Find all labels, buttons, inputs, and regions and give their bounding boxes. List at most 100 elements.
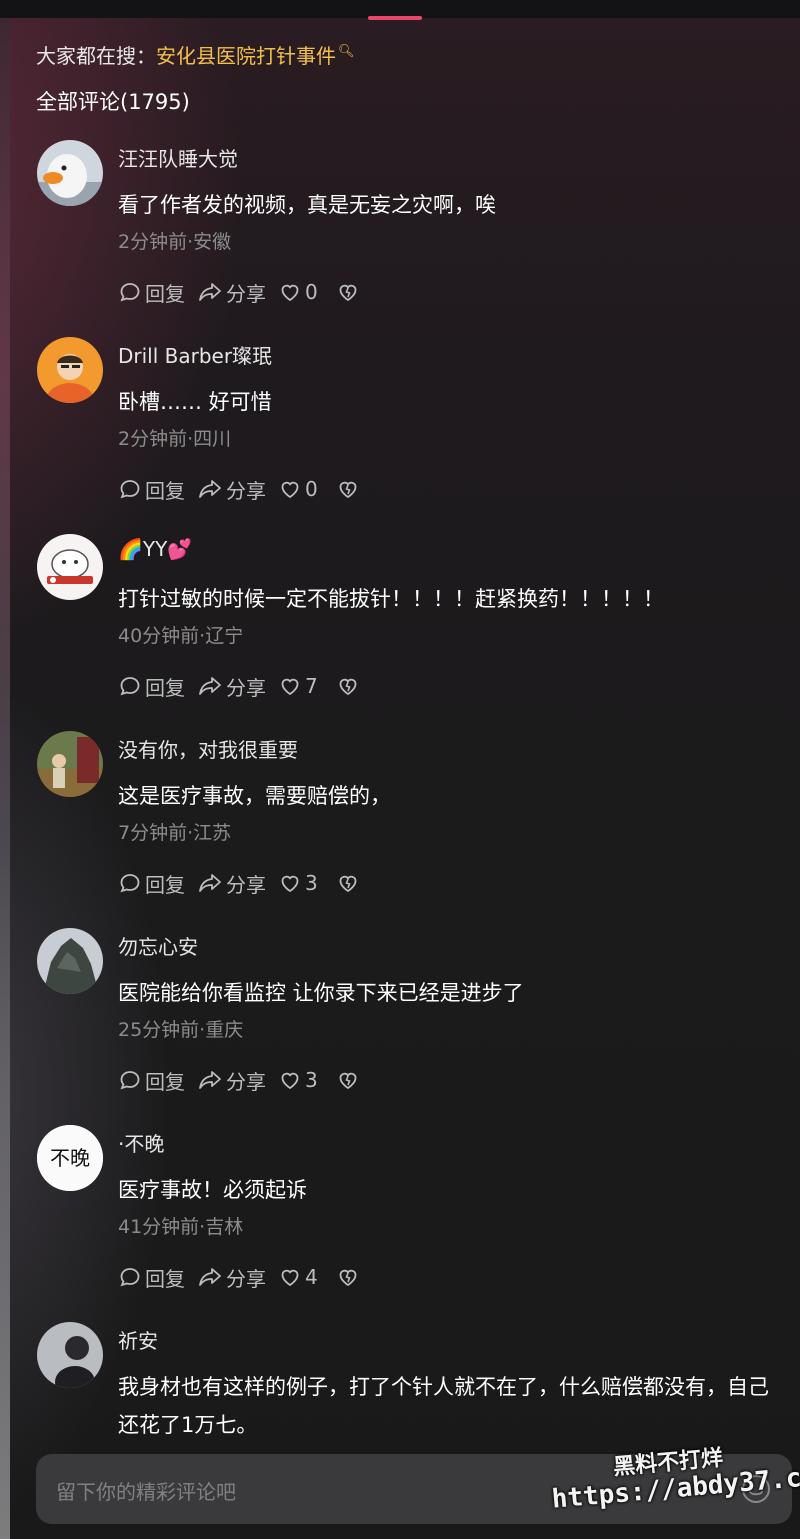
- heart-icon: [281, 481, 299, 499]
- like-button[interactable]: 0: [278, 477, 318, 501]
- share-icon: [199, 480, 221, 498]
- comment-item: 汪汪队睡大觉 看了作者发的视频，真是无妄之灾啊，唉 2分钟前·安徽 回复 分享 …: [0, 140, 800, 337]
- username[interactable]: 祈安: [118, 1325, 158, 1354]
- like-count: 7: [305, 674, 318, 698]
- reply-button[interactable]: 回复: [118, 475, 185, 504]
- reply-label: 回复: [145, 675, 185, 700]
- share-icon: [199, 1071, 221, 1089]
- avatar[interactable]: [37, 928, 103, 994]
- like-button[interactable]: 7: [278, 674, 318, 698]
- reply-button[interactable]: 回复: [118, 1263, 185, 1292]
- comment-meta: 2分钟前·安徽: [118, 231, 232, 253]
- comment-meta: 25分钟前·重庆: [118, 1019, 244, 1041]
- reply-icon: [120, 283, 140, 302]
- comment-item: 没有你，对我很重要 这是医疗事故，需要赔偿的， 7分钟前·江苏 回复 分享 3: [0, 731, 800, 928]
- reply-icon: [120, 874, 140, 893]
- comment-count: 全部评论(1795): [36, 90, 190, 114]
- comment-input-placeholder: 留下你的精彩评论吧: [56, 1480, 236, 1504]
- heart-icon: [281, 1269, 299, 1287]
- comment-actions: 回复 分享 7: [118, 672, 375, 700]
- share-label: 分享: [226, 675, 266, 700]
- broken-heart-icon: [339, 875, 357, 893]
- comment-actions: 回复 分享 4: [118, 1263, 375, 1291]
- broken-heart-icon: [339, 1072, 357, 1090]
- like-button[interactable]: 4: [278, 1265, 318, 1289]
- username[interactable]: Drill Barber璨珉: [118, 340, 272, 369]
- search-icon: 🔍︎: [338, 44, 355, 59]
- dislike-button[interactable]: [336, 280, 363, 304]
- reply-button[interactable]: 回复: [118, 1066, 185, 1095]
- share-button[interactable]: 分享: [197, 672, 266, 701]
- heart-icon: [281, 1072, 299, 1090]
- like-button[interactable]: 0: [278, 280, 318, 304]
- reply-icon: [120, 480, 140, 499]
- username[interactable]: ·不晚: [118, 1128, 164, 1157]
- broken-heart-icon: [339, 284, 357, 302]
- like-button[interactable]: 3: [278, 1068, 318, 1092]
- comment-meta: 41分钟前·吉林: [118, 1216, 244, 1238]
- reply-label: 回复: [145, 1266, 185, 1291]
- reply-label: 回复: [145, 1069, 185, 1094]
- avatar[interactable]: [37, 1322, 103, 1388]
- share-button[interactable]: 分享: [197, 869, 266, 898]
- share-icon: [199, 1268, 221, 1286]
- like-count: 4: [305, 1265, 318, 1289]
- comment-item: 🌈YY💕 打针过敏的时候一定不能拔针！！！！赶紧换药！！！！！ 40分钟前·辽宁…: [0, 534, 800, 731]
- reply-button[interactable]: 回复: [118, 278, 185, 307]
- like-count: 0: [305, 280, 318, 304]
- avatar[interactable]: [37, 140, 103, 206]
- trending-search[interactable]: 大家都在搜：安化县医院打针事件 🔍︎: [36, 40, 355, 69]
- comment-meta: 7分钟前·江苏: [118, 822, 232, 844]
- comment-item: 不晚 ·不晚 医疗事故！必须起诉 41分钟前·吉林 回复 分享 4: [0, 1125, 800, 1322]
- comment-actions: 回复 分享 0: [118, 278, 375, 306]
- comment-text: 我身材也有这样的例子，打了个针人就不在了，什么赔偿都没有，自己还花了1万七。: [118, 1375, 769, 1437]
- dislike-button[interactable]: [336, 674, 363, 698]
- share-label: 分享: [226, 281, 266, 306]
- trending-search-keyword[interactable]: 安化县医院打针事件: [156, 44, 336, 68]
- avatar-calligraphy: 不晚: [50, 1146, 90, 1170]
- broken-heart-icon: [339, 1269, 357, 1287]
- like-button[interactable]: 3: [278, 871, 318, 895]
- comment-meta: 2分钟前·四川: [118, 428, 232, 450]
- heart-icon: [281, 875, 299, 893]
- comment-item: Drill Barber璨珉 卧槽…… 好可惜 2分钟前·四川 回复 分享 0: [0, 337, 800, 534]
- like-count: 0: [305, 477, 318, 501]
- reply-icon: [120, 1071, 140, 1090]
- reply-button[interactable]: 回复: [118, 672, 185, 701]
- dislike-button[interactable]: [336, 1265, 363, 1289]
- share-label: 分享: [226, 872, 266, 897]
- comment-actions: 回复 分享 3: [118, 869, 375, 897]
- avatar[interactable]: [37, 731, 103, 797]
- share-button[interactable]: 分享: [197, 1263, 266, 1292]
- share-button[interactable]: 分享: [197, 475, 266, 504]
- reply-label: 回复: [145, 281, 185, 306]
- dislike-button[interactable]: [336, 1068, 363, 1092]
- share-button[interactable]: 分享: [197, 278, 266, 307]
- comment-item: 勿忘心安 医院能给你看监控 让你录下来已经是进步了 25分钟前·重庆 回复 分享…: [0, 928, 800, 1125]
- username[interactable]: 没有你，对我很重要: [118, 734, 298, 763]
- trending-search-label: 大家都在搜：: [36, 44, 156, 68]
- like-count: 3: [305, 1068, 318, 1092]
- comment-actions: 回复 分享 3: [118, 1066, 375, 1094]
- share-icon: [199, 874, 221, 892]
- reply-label: 回复: [145, 872, 185, 897]
- username[interactable]: 勿忘心安: [118, 931, 198, 960]
- comment-text: 医疗事故！必须起诉: [118, 1178, 307, 1202]
- comment-text: 打针过敏的时候一定不能拔针！！！！赶紧换药！！！！！: [118, 587, 664, 611]
- dislike-button[interactable]: [336, 871, 363, 895]
- avatar[interactable]: [37, 534, 103, 600]
- comment-meta: 40分钟前·辽宁: [118, 625, 244, 647]
- share-label: 分享: [226, 1266, 266, 1291]
- share-label: 分享: [226, 478, 266, 503]
- dislike-button[interactable]: [336, 477, 363, 501]
- username[interactable]: 汪汪队睡大觉: [118, 143, 238, 172]
- broken-heart-icon: [339, 481, 357, 499]
- username[interactable]: 🌈YY💕: [118, 537, 192, 561]
- avatar[interactable]: 不晚: [37, 1125, 103, 1191]
- avatar[interactable]: [37, 337, 103, 403]
- reply-button[interactable]: 回复: [118, 869, 185, 898]
- share-button[interactable]: 分享: [197, 1066, 266, 1095]
- active-tab-indicator: [368, 16, 422, 20]
- share-icon: [199, 677, 221, 695]
- heart-icon: [281, 678, 299, 696]
